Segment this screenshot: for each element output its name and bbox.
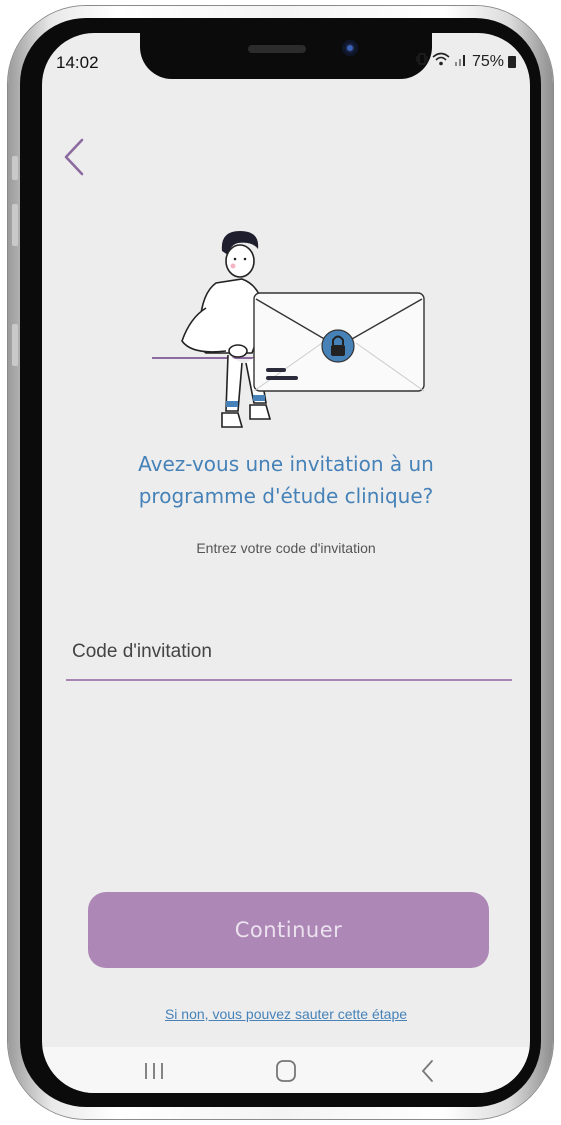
recent-apps-icon: [145, 1063, 163, 1079]
invitation-code-field: [66, 625, 524, 681]
invitation-question: Avez-vous une invitation à un programme …: [42, 448, 530, 512]
volume-up-button: [12, 204, 18, 246]
status-time: 14:02: [56, 53, 99, 72]
signal-icon: [454, 52, 468, 71]
home-button[interactable]: [266, 1057, 306, 1085]
battery-icon: [508, 55, 516, 68]
wifi-icon: [432, 52, 450, 71]
home-icon: [276, 1060, 296, 1082]
back-icon: [421, 1060, 433, 1082]
side-button: [12, 156, 18, 180]
question-line-1: Avez-vous une invitation à un: [138, 452, 434, 476]
recent-apps-button[interactable]: [134, 1057, 174, 1085]
android-nav-bar: [42, 1047, 530, 1093]
invitation-illustration: [142, 223, 442, 433]
vibrate-icon: [416, 52, 428, 71]
phone-screen: 14:02 75% Avez-vous une invitation à un …: [42, 33, 530, 1093]
question-line-2: programme d'étude clinique?: [138, 484, 434, 508]
invitation-subtitle: Entrez votre code d'invitation: [196, 540, 376, 556]
chevron-left-icon: [64, 138, 84, 176]
continue-button[interactable]: Continuer: [88, 892, 489, 968]
invitation-code-input[interactable]: [66, 625, 524, 679]
system-back-button[interactable]: [408, 1057, 448, 1085]
front-camera: [342, 40, 358, 56]
volume-down-button: [12, 324, 18, 366]
speaker-grille: [248, 45, 306, 53]
back-button[interactable]: [60, 137, 90, 177]
skip-step-link[interactable]: Si non, vous pouvez sauter cette étape: [42, 1006, 530, 1022]
battery-text: 75%: [471, 52, 504, 70]
status-icons: 75%: [416, 52, 516, 71]
notch: [140, 33, 432, 79]
